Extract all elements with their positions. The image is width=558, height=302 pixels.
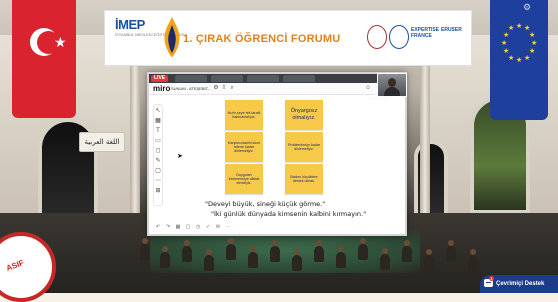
apps-tool-icon[interactable]: ⊞	[154, 187, 162, 195]
partner-logo	[389, 25, 409, 49]
eu-star-icon: ★	[516, 57, 523, 64]
sticky-note[interactable]: Hızlır şeye tek taraflı bakmamalıyız.	[225, 100, 263, 130]
column-right	[420, 45, 430, 235]
forum-banner: İMEP İSTANBUL MESLEKİ EĞİTİM PROJESİ 1. …	[104, 10, 472, 66]
comment-tool-icon[interactable]: ▢	[154, 167, 162, 175]
cursor-icon: ➤	[177, 153, 183, 160]
ministry-logo	[367, 25, 387, 49]
miro-left-toolbar: ↖ ▦ T ▭ ◻ ✎ ▢ ⋯ ⊞	[153, 104, 163, 206]
eu-star-icon: ★	[508, 55, 515, 62]
quote-text: "İki günlük dünyada kimsenin kalbini kır…	[211, 210, 367, 218]
miro-logo: miro	[153, 84, 171, 93]
more-icon[interactable]: ⋯	[225, 224, 231, 230]
pen-tool-icon[interactable]: ✎	[154, 157, 162, 165]
sticky-note[interactable]: Problemleriçe kadar dinlemeliyiz.	[285, 132, 323, 162]
browser-tab[interactable]	[283, 75, 315, 82]
quote-text: "Deveyi büyük, sineği küçük görme."	[205, 200, 326, 208]
participant-head	[388, 78, 396, 87]
browser-tab[interactable]	[211, 75, 243, 82]
audience-avatar	[226, 238, 236, 260]
expertise-france-logo: EXPERTISE FRANCE	[411, 27, 440, 39]
sticky-note[interactable]: Önyargısız olmalıyız.	[285, 100, 323, 130]
eu-star-icon: ★	[529, 32, 536, 39]
browser-tab[interactable]	[247, 75, 279, 82]
audience-avatar	[160, 246, 170, 268]
chat-dots	[486, 282, 491, 283]
sticky-note[interactable]: Duygulan incitmemeye dikkat etmeliyiz.	[225, 164, 263, 194]
eu-star-icon: ★	[503, 48, 510, 55]
audience-avatar	[270, 240, 280, 262]
eruser-logo: ERUSER	[441, 27, 462, 33]
participant-video[interactable]	[377, 73, 407, 97]
shape-tool-icon[interactable]: ◻	[154, 147, 162, 155]
audience-avatar	[248, 246, 258, 268]
audience-avatar	[336, 246, 346, 268]
notification-badge: 1	[489, 276, 494, 281]
audience-avatar	[204, 249, 214, 271]
star-icon: ★	[54, 34, 67, 50]
eu-flag: ★ ★ ★ ★ ★ ★ ★ ★ ★ ★ ★ ★ ⚙	[490, 0, 548, 120]
browser-tabbar: LIVE	[149, 74, 405, 83]
vote-icon[interactable]: ✓	[205, 224, 211, 230]
grid-icon[interactable]: ▦	[175, 224, 181, 230]
board-name[interactable]: SUNUM - ATEŞEBİT...	[171, 86, 211, 91]
redo-icon[interactable]: ↷	[165, 224, 171, 230]
miro-toolbar: miro SUNUM - ATEŞEBİT... ⚙ ⇧ ⌕ ☺	[149, 83, 405, 95]
eu-star-icon: ★	[503, 32, 510, 39]
settings-icon[interactable]: ⚙	[213, 85, 219, 91]
audience-avatar	[468, 249, 478, 271]
eu-star-icon: ★	[531, 40, 538, 47]
audience-avatar	[446, 240, 456, 262]
audience-avatar	[358, 238, 368, 260]
audience-avatar	[380, 248, 390, 270]
imep-logo: İMEP	[115, 17, 145, 32]
more-tool-icon[interactable]: ⋯	[154, 177, 162, 185]
chat-tool-icon[interactable]: ✉	[215, 224, 221, 230]
eu-star-icon: ★	[501, 40, 508, 47]
sticky-note[interactable]: Karşımızdakini sözü bitene kadar dinleme…	[225, 132, 263, 162]
timer-icon[interactable]: ◷	[195, 224, 201, 230]
audience-avatar	[292, 249, 302, 271]
column-left	[130, 45, 140, 235]
sticky-tool-icon[interactable]: ▭	[154, 137, 162, 145]
search-icon[interactable]: ⌕	[229, 85, 235, 91]
gear-icon[interactable]: ⚙	[522, 2, 532, 12]
comment-icon[interactable]: ▢	[185, 224, 191, 230]
miro-bottom-toolbar: ↶ ↷ ▦ ▢ ◷ ✓ ✉ ⋯	[155, 224, 255, 230]
upload-icon[interactable]: ⇧	[221, 85, 227, 91]
frame-tool-icon[interactable]: ▦	[154, 117, 162, 125]
support-label: Çevrimiçi Destek	[496, 281, 545, 287]
reactions-icon[interactable]: ☺	[365, 85, 371, 91]
audience-avatar	[314, 240, 324, 262]
audience-avatar	[402, 240, 412, 262]
sticky-note[interactable]: Bizden küçüklere destek olmak.	[285, 164, 323, 194]
audience-avatar	[424, 249, 434, 271]
select-tool-icon[interactable]: ↖	[154, 107, 162, 115]
eu-star-icon: ★	[516, 23, 523, 30]
audience-avatar	[140, 238, 150, 260]
stamp-text: ASIF	[5, 258, 26, 273]
eu-star-icon: ★	[524, 55, 531, 62]
presentation-screen[interactable]: LIVE miro SUNUM - ATEŞEBİT... ⚙ ⇧ ⌕ ☺ ↖ …	[147, 72, 407, 236]
browser-tab[interactable]	[175, 75, 207, 82]
participant-name: A.T.YELPAZE	[369, 96, 391, 100]
forum-title: 1. ÇIRAK ÖĞRENCİ FORUMU	[183, 33, 341, 45]
text-tool-icon[interactable]: T	[154, 127, 162, 135]
live-badge: LIVE	[151, 75, 169, 82]
eu-star-icon: ★	[508, 25, 515, 32]
undo-icon[interactable]: ↶	[155, 224, 161, 230]
audience-avatar	[182, 240, 192, 262]
turkey-flag: ★	[12, 0, 76, 118]
flame-logo-icon	[164, 17, 180, 57]
online-support-button[interactable]: 1 Çevrimiçi Destek	[480, 275, 558, 293]
arabic-language-sign[interactable]: اللغة العربية	[79, 132, 125, 152]
participant-body	[384, 87, 400, 96]
